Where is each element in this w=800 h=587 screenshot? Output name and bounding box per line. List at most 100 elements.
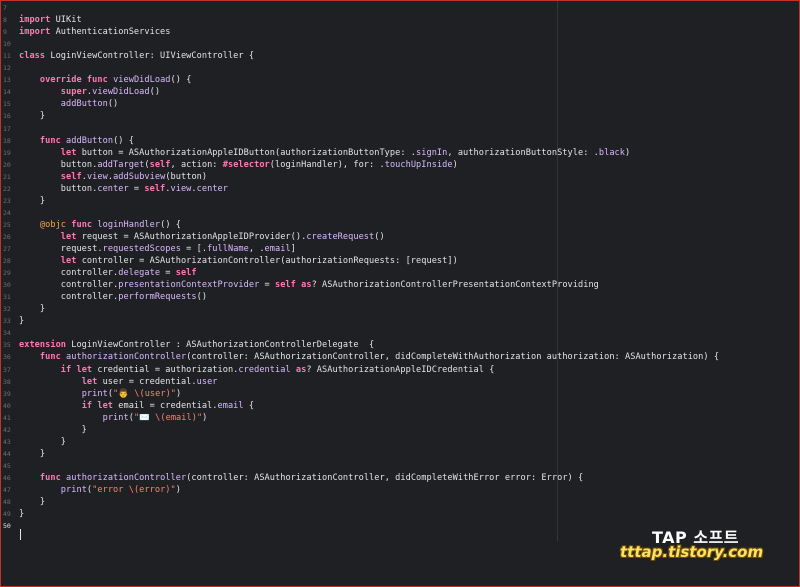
code-text: } (19, 448, 45, 460)
code-token: ) (625, 147, 631, 158)
code-token: import (19, 27, 51, 38)
line-number: 24 (3, 208, 11, 217)
line-number: 9 (3, 28, 7, 37)
line-number: 22 (3, 184, 11, 193)
code-token: LoginViewController : ASAuthorizationCon… (66, 340, 375, 351)
code-text: } (19, 436, 66, 448)
code-token: ) (176, 388, 182, 399)
code-token: func (71, 219, 93, 230)
code-text: self.view.addSubview(button) (19, 171, 207, 183)
code-token: (controller: ASAuthorizationController, … (186, 472, 584, 483)
code-token: loginHandler (97, 219, 161, 230)
code-text: } (19, 110, 45, 122)
code-token: () (196, 292, 208, 303)
line-number: 35 (3, 341, 11, 350)
code-text: button.center = self.view.center (19, 183, 228, 195)
code-token: () { (170, 75, 192, 86)
code-token: print (102, 412, 129, 423)
code-token: createRequest (306, 231, 375, 242)
line-number: 7 (3, 4, 7, 12)
code-token: #selector (222, 159, 270, 170)
code-token: "error \(error)" (92, 485, 176, 495)
line-number: 8 (3, 16, 7, 25)
code-token: touchUpInside (384, 159, 453, 170)
code-token: center (97, 183, 129, 194)
code-token: @objc (39, 219, 67, 230)
code-token: viewDidLoad (92, 87, 150, 98)
line-number: 12 (3, 64, 11, 73)
line-number: 14 (3, 88, 11, 97)
code-token: addTarget (97, 159, 145, 170)
code-text: controller.presentationContextProvider =… (19, 279, 599, 291)
code-token: email = credential. (113, 400, 218, 411)
code-token: = (128, 183, 145, 194)
code-token: , authorizationButtonStyle: . (447, 147, 599, 158)
code-text: print("👨 \(user)") (19, 388, 182, 400)
code-token: LoginViewController: UIViewController { (45, 51, 255, 62)
code-text: if let credential = authorization.creden… (19, 364, 495, 376)
code-token: , action: (170, 159, 223, 170)
code-token: } (19, 448, 46, 459)
code-text: button.addTarget(self, action: #selector… (19, 159, 458, 171)
line-number: 27 (3, 245, 11, 253)
code-text: } (19, 496, 45, 508)
code-token: presentationContextProvider (118, 280, 260, 291)
code-editor[interactable]: 7 8 import UIKit 9 import AuthenticationServ… (1, 1, 798, 585)
code-token: credential = authorization. (92, 364, 239, 375)
code-text: override func viewDidLoad() { (19, 74, 191, 86)
code-token: } (19, 497, 46, 508)
code-text: controller.delegate = self (19, 267, 197, 279)
code-token: credential (238, 364, 291, 375)
code-text: if let email = credential.email { (19, 400, 254, 412)
code-token: let (60, 147, 77, 158)
line-number: 46 (3, 473, 11, 482)
code-token: self (149, 159, 171, 170)
code-text: addButton() (19, 98, 118, 110)
code-token: ) (175, 485, 181, 495)
line-number: 19 (3, 148, 11, 157)
code-token: } (19, 436, 67, 447)
code-text: } (19, 315, 24, 327)
line-number: 48 (3, 498, 11, 507)
line-number: 20 (3, 160, 11, 169)
line-number: 32 (3, 305, 11, 314)
code-text: let user = credential.user (19, 376, 218, 388)
code-text: super.viewDidLoad() (19, 86, 160, 98)
code-token: controller = ASAuthorizationController(a… (76, 256, 458, 267)
code-text: let controller = ASAuthorizationControll… (19, 255, 458, 267)
code-token: ? ASAuthorizationControllerPresentationC… (311, 280, 599, 291)
code-token: func (39, 472, 61, 483)
code-token: controller. (19, 280, 119, 291)
code-token: button. (19, 159, 98, 170)
line-number: 21 (3, 172, 11, 181)
code-text: import UIKit (19, 14, 82, 26)
line-number: 28 (3, 257, 11, 266)
code-token: authorizationController (66, 352, 187, 363)
code-token: request. (19, 244, 103, 254)
code-token: print (60, 485, 87, 495)
code-text: controller.performRequests() (19, 291, 207, 303)
line-number: 10 (3, 40, 11, 49)
code-token: = (160, 268, 176, 279)
code-token: button. (19, 183, 98, 194)
line-number: 26 (3, 232, 11, 241)
code-token: "👨 \(user)" (113, 388, 177, 399)
line-number: 50 (3, 522, 11, 531)
line-number: 31 (3, 293, 11, 302)
code-token: if let (81, 400, 114, 411)
line-number: 13 (3, 76, 11, 85)
line-number: 49 (3, 510, 11, 519)
code-token: { (243, 400, 255, 411)
code-token: } (19, 509, 25, 520)
code-token: (button) (165, 171, 208, 182)
line-number: 15 (3, 100, 11, 109)
line-number: 37 (3, 365, 11, 374)
